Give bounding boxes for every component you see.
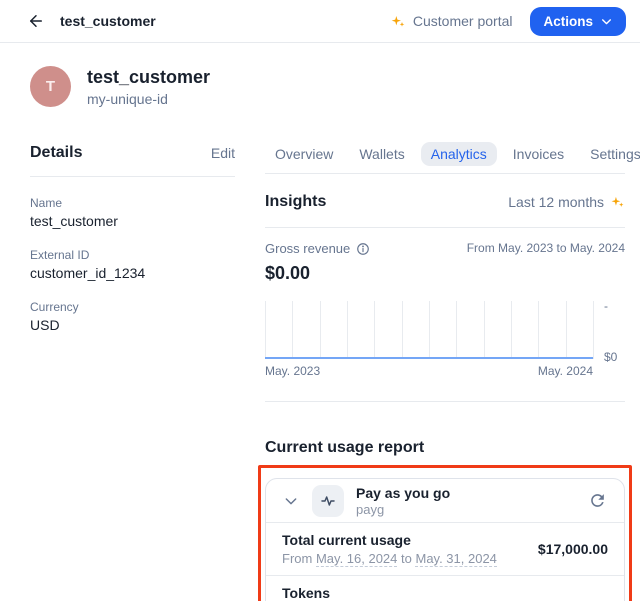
info-icon[interactable]	[356, 242, 370, 256]
period-label: Last 12 months	[508, 194, 604, 210]
total-usage-label: Total current usage	[282, 532, 497, 548]
details-edit-button[interactable]: Edit	[211, 145, 235, 161]
refresh-button[interactable]	[586, 490, 608, 512]
total-usage-row: Total current usage From May. 16, 2024 t…	[266, 522, 624, 575]
chevron-down-icon	[600, 15, 613, 28]
usage-item-text-group: Tokens openai_tokens	[282, 585, 367, 601]
customer-portal-label: Customer portal	[413, 13, 513, 29]
actions-button[interactable]: Actions	[530, 7, 626, 36]
tab-settings[interactable]: Settings	[580, 142, 640, 166]
total-usage-period: From May. 16, 2024 to May. 31, 2024	[282, 551, 497, 566]
period-selector[interactable]: Last 12 months	[508, 194, 625, 210]
sparkle-icon	[610, 194, 625, 209]
main-panel: Overview Wallets Analytics Invoices Sett…	[265, 140, 625, 601]
usage-card: Pay as you go payg Total current usage F…	[265, 478, 625, 601]
tab-invoices[interactable]: Invoices	[503, 142, 574, 166]
gross-revenue-amount: $0.00	[265, 263, 625, 284]
usage-item-row: Tokens openai_tokens	[266, 575, 624, 601]
insights-title: Insights	[265, 193, 326, 211]
refresh-icon	[588, 491, 607, 510]
top-bar: test_customer Customer portal Actions	[0, 0, 640, 43]
detail-field-name: Name test_customer	[30, 196, 235, 229]
customer-name: test_customer	[87, 66, 210, 88]
period-end-date[interactable]: May. 31, 2024	[415, 551, 496, 567]
sparkle-icon	[390, 13, 406, 29]
details-title: Details	[30, 144, 82, 162]
topbar-actions-group: Customer portal Actions	[390, 7, 626, 36]
customer-unique-id: my-unique-id	[87, 91, 210, 107]
field-value: USD	[30, 317, 235, 333]
insights-header-row: Insights Last 12 months	[265, 189, 625, 214]
y-axis-bottom-label: $0	[604, 350, 617, 364]
plan-icon-box	[312, 485, 344, 517]
plan-name: Pay as you go	[356, 485, 450, 501]
tab-wallets[interactable]: Wallets	[349, 142, 414, 166]
activity-pulse-icon	[320, 493, 336, 509]
x-axis-start-label: May. 2023	[265, 364, 320, 378]
detail-field-currency: Currency USD	[30, 300, 235, 333]
field-value: customer_id_1234	[30, 265, 235, 281]
tab-analytics[interactable]: Analytics	[421, 142, 497, 166]
period-start-date[interactable]: May. 16, 2024	[316, 551, 397, 567]
customer-header: T test_customer my-unique-id	[30, 66, 210, 107]
usage-report-title: Current usage report	[265, 439, 625, 457]
field-label: Name	[30, 196, 235, 210]
details-panel: Details Edit Name test_customer External…	[30, 141, 235, 333]
field-value: test_customer	[30, 213, 235, 229]
insights-divider	[265, 227, 625, 228]
gross-revenue-label-group: Gross revenue	[265, 241, 370, 256]
avatar: T	[30, 66, 71, 107]
customer-page: test_customer Customer portal Actions T …	[0, 0, 640, 601]
customer-identity: test_customer my-unique-id	[87, 66, 210, 107]
period-from-word: From	[282, 551, 312, 566]
x-axis-labels: May. 2023 May. 2024	[265, 364, 593, 378]
tab-overview[interactable]: Overview	[265, 142, 343, 166]
gross-revenue-range: From May. 2023 to May. 2024	[467, 241, 625, 255]
gross-revenue-label: Gross revenue	[265, 241, 350, 256]
tab-bar: Overview Wallets Analytics Invoices Sett…	[265, 140, 625, 167]
detail-field-external-id: External ID customer_id_1234	[30, 248, 235, 281]
revenue-chart: - $0	[265, 301, 593, 359]
gross-revenue-header: Gross revenue From May. 2023 to May. 202…	[265, 241, 625, 256]
field-label: External ID	[30, 248, 235, 262]
plan-text-group: Pay as you go payg	[356, 485, 450, 517]
total-usage-text-group: Total current usage From May. 16, 2024 t…	[282, 532, 497, 566]
plan-code: payg	[356, 502, 450, 517]
collapse-toggle[interactable]	[282, 492, 300, 510]
tabs-divider	[265, 173, 625, 174]
details-header-row: Details Edit	[30, 141, 235, 165]
usage-item-name: Tokens	[282, 585, 367, 601]
usage-card-header: Pay as you go payg	[266, 479, 624, 522]
usage-card-wrapper: Pay as you go payg Total current usage F…	[265, 478, 625, 601]
field-label: Currency	[30, 300, 235, 314]
topbar-customer-title: test_customer	[60, 13, 156, 29]
customer-portal-link[interactable]: Customer portal	[390, 13, 513, 29]
y-axis-top-label: -	[604, 299, 608, 313]
revenue-zero-line	[265, 357, 593, 359]
period-to-word: to	[401, 551, 412, 566]
chevron-down-icon	[283, 493, 299, 509]
details-divider	[30, 176, 235, 177]
actions-button-label: Actions	[543, 14, 593, 29]
total-usage-amount: $17,000.00	[538, 541, 608, 557]
chart-divider	[265, 401, 625, 402]
arrow-left-icon	[27, 12, 45, 30]
back-button[interactable]	[24, 9, 48, 33]
x-axis-end-label: May. 2024	[538, 364, 593, 378]
